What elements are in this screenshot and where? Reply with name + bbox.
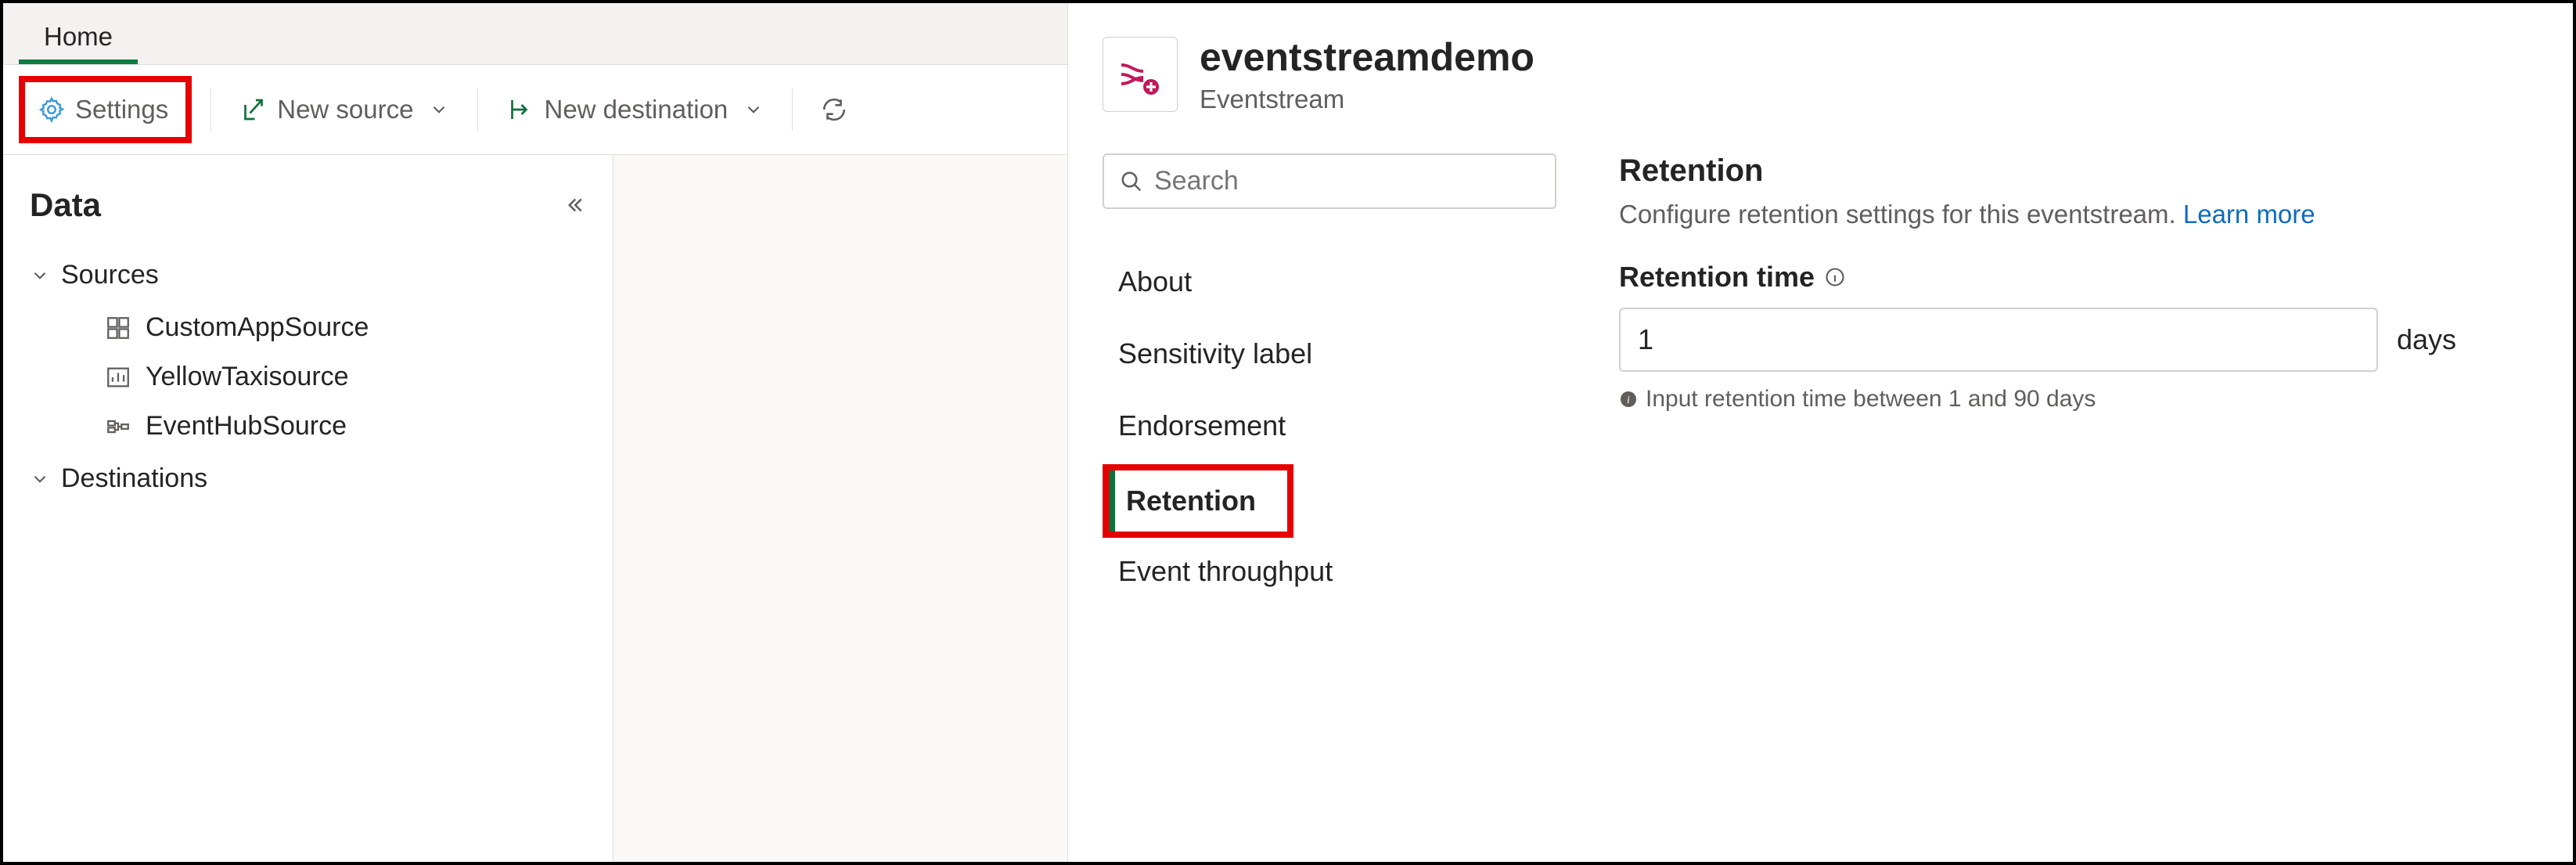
settings-button-highlight: Settings (19, 76, 192, 143)
destinations-section: Destinations (3, 451, 613, 506)
toolbar-separator (210, 88, 211, 131)
nav-endorsement[interactable]: Endorsement (1103, 392, 1550, 460)
retention-unit: days (2397, 323, 2456, 356)
learn-more-link[interactable]: Learn more (2183, 200, 2315, 229)
search-icon (1120, 170, 1143, 193)
settings-button[interactable]: Settings (28, 87, 178, 132)
info-icon[interactable] (1824, 266, 1846, 288)
new-destination-button[interactable]: New destination (497, 87, 773, 132)
chevron-down-icon (30, 265, 50, 286)
new-destination-label: New destination (544, 95, 728, 124)
refresh-button[interactable] (811, 88, 847, 131)
eventstream-icon (1103, 37, 1178, 112)
settings-flyout: eventstreamdemo Eventstream About Sensit… (1067, 3, 2573, 862)
new-source-icon (239, 96, 268, 124)
nav-retention-highlight: Retention (1103, 464, 1293, 538)
source-item-eventhub[interactable]: EventHubSource (3, 402, 613, 451)
data-panel: Data Sources (3, 155, 1067, 862)
flyout-nav: About Sensitivity label Endorsement Rete… (1068, 138, 1585, 862)
info-icon: i (1619, 390, 1638, 409)
data-title: Data (30, 186, 101, 224)
settings-label: Settings (75, 95, 168, 124)
destinations-header[interactable]: Destinations (3, 451, 613, 506)
eventhub-icon (105, 413, 131, 440)
new-source-button[interactable]: New source (230, 87, 459, 132)
toolbar-separator (477, 88, 478, 131)
flyout-body: About Sensitivity label Endorsement Rete… (1068, 138, 2573, 862)
chevron-down-icon (743, 99, 764, 120)
source-item-customapp[interactable]: CustomAppSource (3, 303, 613, 352)
source-label: EventHubSource (146, 411, 347, 442)
data-sidebar: Data Sources (3, 155, 613, 862)
source-label: YellowTaxisource (146, 362, 349, 392)
gear-icon (38, 96, 66, 124)
retention-settings-pane: Retention Configure retention settings f… (1585, 138, 2573, 862)
refresh-icon (821, 96, 847, 123)
nav-about[interactable]: About (1103, 248, 1550, 315)
sample-data-icon (105, 364, 131, 391)
flyout-title: eventstreamdemo (1200, 34, 1534, 80)
flyout-header: eventstreamdemo Eventstream (1068, 3, 2573, 138)
retention-input-row: days (1619, 308, 2538, 372)
retention-hint: i Input retention time between 1 and 90 … (1619, 386, 2538, 413)
settings-search[interactable] (1103, 153, 1556, 209)
search-input[interactable] (1154, 166, 1539, 196)
retention-description: Configure retention settings for this ev… (1619, 200, 2538, 229)
ribbon-tabs: Home (3, 3, 1067, 64)
svg-text:i: i (1627, 395, 1630, 406)
source-item-yellowtaxi[interactable]: YellowTaxisource (3, 352, 613, 402)
sources-label: Sources (61, 260, 159, 290)
destinations-label: Destinations (61, 463, 207, 494)
canvas-area[interactable] (613, 155, 1067, 862)
new-source-label: New source (277, 95, 413, 124)
chevron-down-icon (30, 469, 50, 489)
retention-time-label: Retention time (1619, 261, 2538, 294)
custom-app-icon (105, 315, 131, 341)
flyout-subtitle: Eventstream (1200, 85, 1534, 114)
toolbar: Settings New source New destination (3, 64, 1067, 155)
new-destination-icon (506, 96, 534, 124)
chevron-down-icon (429, 99, 449, 120)
source-label: CustomAppSource (146, 312, 369, 343)
retention-time-input[interactable] (1619, 308, 2378, 372)
main-app-area: Home Settings New source (3, 3, 1067, 862)
tab-home[interactable]: Home (19, 11, 138, 64)
collapse-sidebar-button[interactable] (563, 193, 586, 217)
sources-section: Sources CustomAppSource (3, 247, 613, 451)
retention-title: Retention (1619, 153, 2538, 189)
data-header: Data (3, 171, 613, 247)
toolbar-separator (792, 88, 793, 131)
sources-header[interactable]: Sources (3, 247, 613, 303)
flyout-title-block: eventstreamdemo Eventstream (1200, 34, 1534, 114)
nav-sensitivity[interactable]: Sensitivity label (1103, 320, 1550, 387)
nav-throughput[interactable]: Event throughput (1103, 538, 1550, 605)
nav-retention[interactable]: Retention (1109, 470, 1287, 532)
